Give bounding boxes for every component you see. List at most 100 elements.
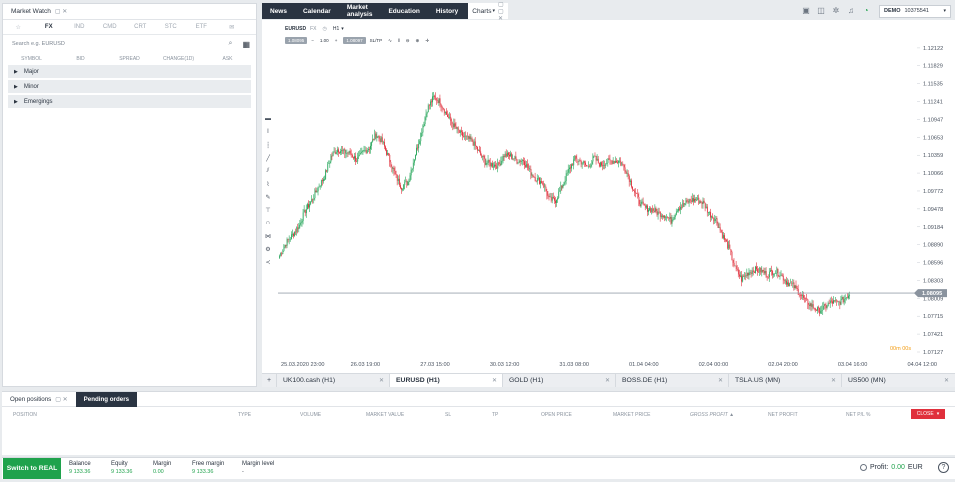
x-tick-label: 03.04 16:00 [838, 362, 868, 368]
close-icon[interactable]: ✕ [831, 377, 836, 384]
close-icon[interactable]: ✕ [944, 377, 949, 384]
candle-body [735, 265, 737, 269]
top-right-toolbar: ▣ ◫ ✲ ♫ ◔ DEMO 10375541 ▾ ☰ [800, 3, 955, 19]
candle-body [690, 200, 692, 202]
col-market-price[interactable]: MARKET PRICE [613, 412, 650, 418]
candle-body [574, 155, 576, 160]
col-market-value[interactable]: MARKET VALUE [366, 412, 404, 418]
candle-body [472, 141, 474, 146]
candle-body [828, 302, 830, 304]
col-bid[interactable]: BID [56, 56, 105, 62]
candle-body [408, 180, 410, 182]
candle-body [578, 160, 580, 162]
search-icon[interactable]: ⌕ [229, 40, 233, 48]
close-icon[interactable]: ✕ [379, 377, 384, 384]
chart-tab[interactable]: UK100.cash (H1) ✕ [276, 374, 389, 387]
candle-body [346, 152, 348, 154]
favorites-star-icon[interactable]: ☆ [3, 24, 34, 31]
col-change[interactable]: CHANGE(1D) [154, 56, 203, 62]
nav-history[interactable]: History [428, 8, 466, 15]
grid-view-icon[interactable]: ▦ [242, 40, 250, 49]
chart-tab[interactable]: EURUSD (H1) ✕ [389, 374, 502, 387]
group-emergings[interactable]: ▶ Emergings [8, 95, 251, 108]
col-tp[interactable]: TP [492, 412, 498, 418]
tab-pending-orders[interactable]: Pending orders [75, 391, 138, 407]
close-all-button[interactable]: CLOSE ▾ [911, 409, 945, 419]
inbox-icon[interactable]: ✉ [217, 24, 248, 31]
add-chart-icon[interactable]: + [262, 374, 276, 387]
search-input[interactable]: Search e.g. EURUSD [12, 41, 65, 47]
candle-body [364, 150, 366, 151]
tab-open-positions[interactable]: Open positions ▢ ✕ [2, 396, 76, 403]
candle-body [586, 164, 587, 166]
candle-body [342, 149, 344, 151]
y-tick-label: 1.10947 [923, 117, 943, 123]
candle-body [611, 160, 613, 164]
caret-right-icon: ▶ [14, 98, 18, 105]
y-tick-label: 1.12122 [923, 46, 943, 52]
switch-to-real-button[interactable]: Switch to REAL [3, 458, 61, 479]
price-chart[interactable]: 1.12122 1.11829 1.11535 1.11241 1.10947 1.106… [262, 20, 955, 373]
col-open-price[interactable]: OPEN PRICE [541, 412, 572, 418]
col-net-pl[interactable]: NET P/L % [846, 412, 870, 418]
y-tick-label: 1.11535 [923, 82, 943, 88]
nav-market-analysis[interactable]: Market analysis [339, 4, 381, 18]
close-icon[interactable]: ✕ [718, 377, 723, 384]
window-controls-icon[interactable]: ▢ ▢ ✕ [498, 1, 504, 22]
group-minor[interactable]: ▶ Minor [8, 80, 251, 93]
candle-body [393, 167, 395, 171]
notifications-bell-icon[interactable]: ♫ [845, 6, 857, 16]
tab-stc[interactable]: STC [156, 24, 187, 30]
chart-tab[interactable]: BOSS.DE (H1) ✕ [615, 374, 728, 387]
tab-cmd[interactable]: CMD [95, 24, 126, 30]
dropdown-caret-icon: ▾ [492, 8, 495, 14]
chart-tab-label: TSLA.US (MN) [735, 377, 781, 384]
candle-body [480, 151, 482, 155]
search-bar[interactable]: Search e.g. EURUSD ⌕ ▦ [3, 35, 256, 53]
x-tick-label: 27.03 15:00 [420, 362, 450, 368]
chart-tab[interactable]: GOLD (H1) ✕ [502, 374, 615, 387]
candle-body [619, 160, 621, 162]
tab-ind[interactable]: IND [64, 24, 95, 30]
layout-icon[interactable]: ▣ [800, 6, 812, 16]
candle-body [410, 169, 412, 176]
col-volume[interactable]: VOLUME [300, 412, 321, 418]
candle-body [354, 156, 355, 159]
window-controls-icon[interactable]: ▢ ✕ [55, 8, 67, 15]
nav-news[interactable]: News [262, 8, 295, 15]
col-sl[interactable]: SL [445, 412, 451, 418]
col-position[interactable]: POSITION [13, 412, 37, 418]
chart-tab-label: EURUSD (H1) [396, 377, 440, 384]
tab-etf[interactable]: ETF [186, 24, 217, 30]
tab-crt[interactable]: CRT [125, 24, 156, 30]
window-controls-icon[interactable]: ▢ ✕ [55, 396, 67, 403]
candle-body [446, 111, 447, 115]
nav-education[interactable]: Education [380, 8, 427, 15]
close-icon[interactable]: ✕ [605, 377, 610, 384]
candle-body [560, 185, 562, 191]
close-icon[interactable]: ✕ [492, 377, 497, 384]
col-spread[interactable]: SPREAD [105, 56, 154, 62]
tab-fx[interactable]: FX [34, 24, 65, 30]
col-net-profit[interactable]: NET PROFIT [768, 412, 798, 418]
candle-body [576, 158, 578, 161]
help-icon[interactable]: ? [938, 462, 949, 473]
col-type[interactable]: TYPE [238, 412, 251, 418]
candle-body [458, 130, 460, 133]
chart-tab[interactable]: US500 (MN) ✕ [841, 374, 954, 387]
candle-body [535, 180, 537, 182]
account-selector[interactable]: DEMO 10375541 ▾ [879, 4, 951, 18]
chart-tab[interactable]: TSLA.US (MN) ✕ [728, 374, 841, 387]
y-tick-label: 1.08009 [923, 296, 943, 302]
candle-body [409, 175, 411, 181]
nav-charts[interactable]: Charts ▾ ▢ ▢ ✕ [468, 1, 508, 22]
sound-icon[interactable]: ◫ [815, 6, 827, 16]
candle-body [817, 307, 818, 311]
col-symbol[interactable]: SYMBOL [7, 56, 56, 62]
col-gross-profit[interactable]: GROSS PROFIT ▲ [690, 412, 734, 418]
col-ask[interactable]: ASK [203, 56, 252, 62]
candle-body [482, 155, 484, 158]
settings-icon[interactable]: ✲ [830, 6, 842, 16]
nav-calendar[interactable]: Calendar [295, 8, 339, 15]
group-major[interactable]: ▶ Major [8, 65, 251, 78]
